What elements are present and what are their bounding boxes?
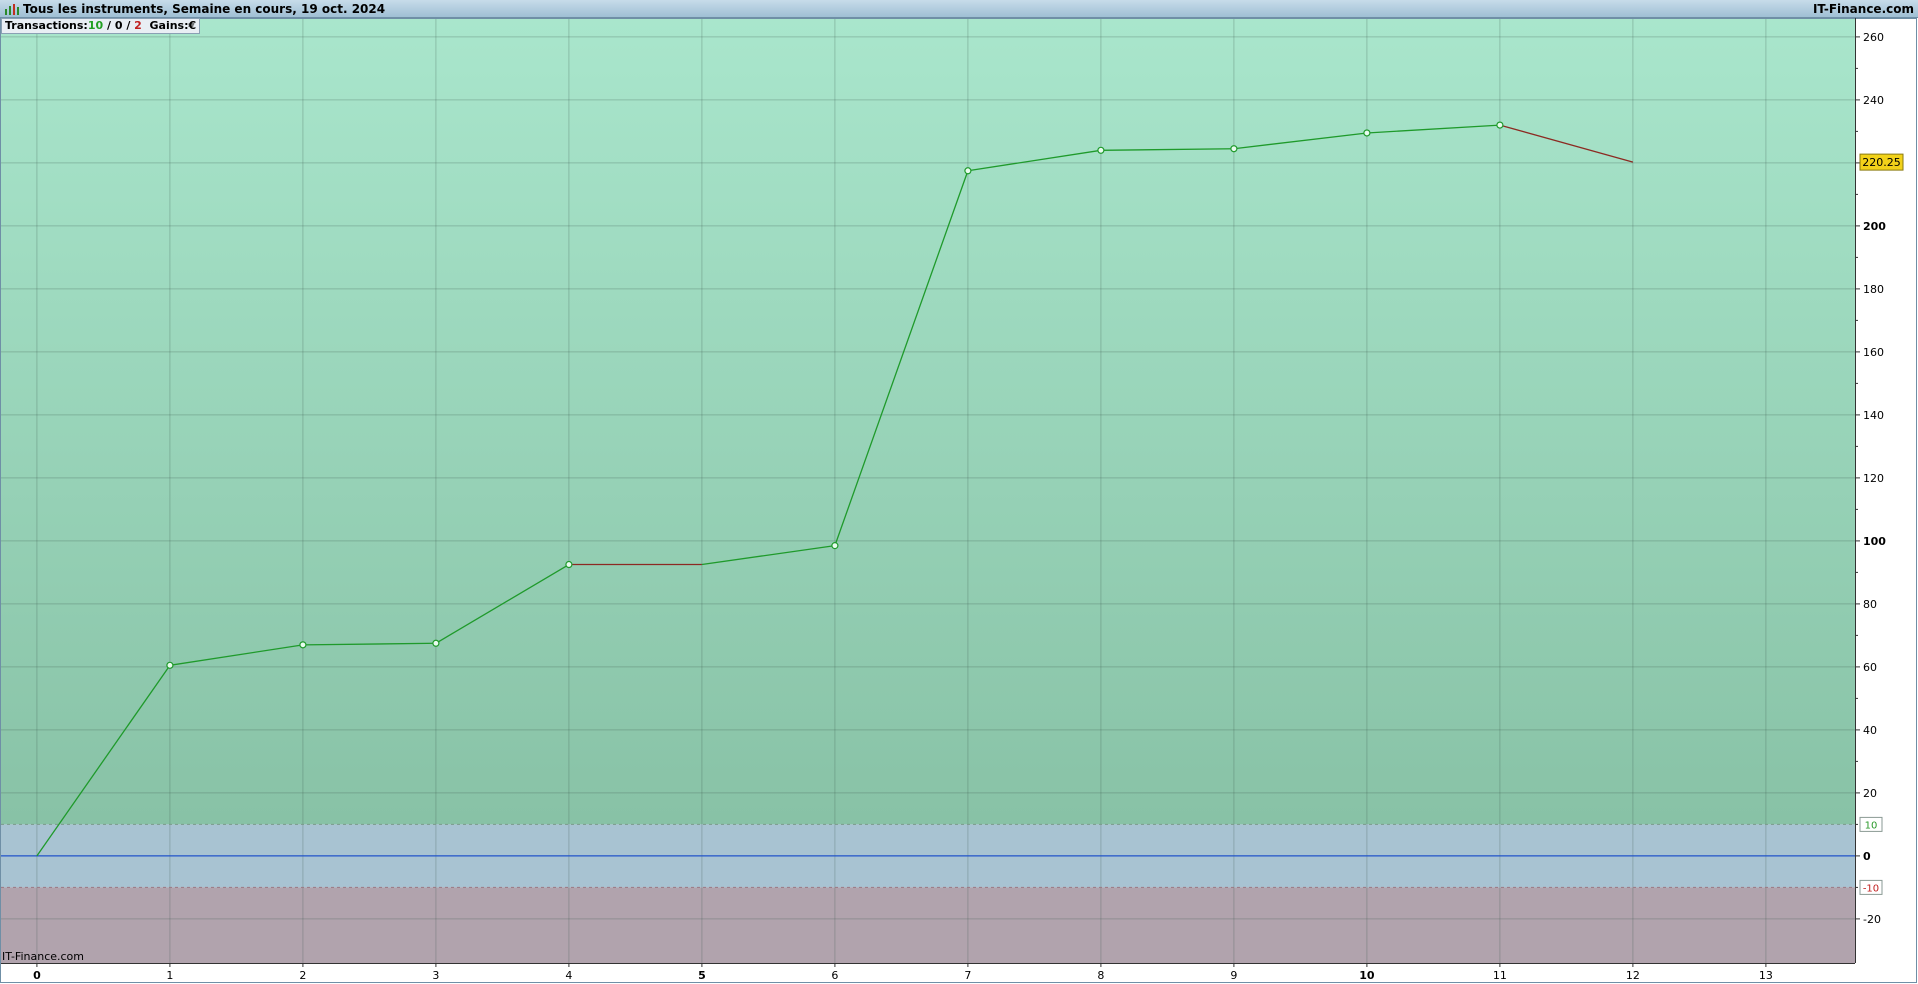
y-tick-label: 0 [1863, 850, 1871, 863]
data-point [1230, 145, 1238, 153]
x-tick-label: 1 [166, 969, 173, 982]
x-tick-label: 8 [1097, 969, 1104, 982]
y-tick-label: 180 [1863, 283, 1884, 296]
y-tick-label: 80 [1863, 598, 1877, 611]
data-point [432, 639, 440, 647]
x-tick-label: 3 [432, 969, 439, 982]
y-tick-label: 60 [1863, 661, 1877, 674]
y-tick-label: 200 [1863, 220, 1886, 233]
positive-zone [1, 18, 1855, 825]
y-tick-label: -20 [1863, 913, 1881, 926]
separator: / [122, 19, 135, 32]
data-point [1097, 146, 1105, 154]
current-value-label: 220.25 [1862, 156, 1901, 169]
data-point [1363, 129, 1371, 137]
x-tick-label: 5 [698, 969, 706, 982]
x-tick-label: 9 [1230, 969, 1237, 982]
x-tick-label: 4 [565, 969, 572, 982]
losing-trades-count: 2 [134, 19, 142, 32]
x-tick-label: 0 [33, 969, 41, 982]
negative-zone [1, 887, 1855, 963]
y-tick-label: 120 [1863, 472, 1884, 485]
y-tick-label: 260 [1863, 31, 1884, 44]
gains-label: Gains: [149, 19, 189, 32]
x-tick-label: 6 [831, 969, 838, 982]
data-point [166, 661, 174, 669]
data-point [964, 167, 972, 175]
chart-root: Tous les instruments, Semaine en cours, … [0, 0, 1918, 984]
x-tick-label: 12 [1626, 969, 1640, 982]
transactions-summary: Transactions:10 / 0 / 2 Gains:€ [1, 18, 201, 34]
y-tick-label: 160 [1863, 346, 1884, 359]
y-tick-label: 100 [1863, 535, 1886, 548]
x-tick-label: 13 [1759, 969, 1773, 982]
data-point [1496, 121, 1504, 129]
x-tick-label: 2 [299, 969, 306, 982]
separator: / [103, 19, 115, 32]
data-point [831, 542, 839, 550]
chart-plot: -200204060801001201401601802002402600 1 2 3… [0, 18, 1917, 983]
y-tick-label: 40 [1863, 724, 1877, 737]
transactions-label: Transactions: [5, 19, 88, 32]
currency-symbol: € [188, 19, 197, 32]
data-point [565, 560, 573, 569]
y-tick-label: 20 [1863, 787, 1877, 800]
x-tick-label: 7 [964, 969, 971, 982]
y-tick-label: 240 [1863, 94, 1884, 107]
upper-band-label: 10 [1865, 820, 1878, 831]
x-tick-label: 11 [1493, 969, 1507, 982]
data-point [299, 641, 307, 649]
y-tick-label: 140 [1863, 409, 1884, 422]
watermark-brand: IT-Finance.com [2, 950, 84, 963]
x-tick-label: 10 [1359, 969, 1375, 982]
lower-band-label: -10 [1863, 883, 1879, 894]
winning-trades-count: 10 [87, 19, 104, 32]
